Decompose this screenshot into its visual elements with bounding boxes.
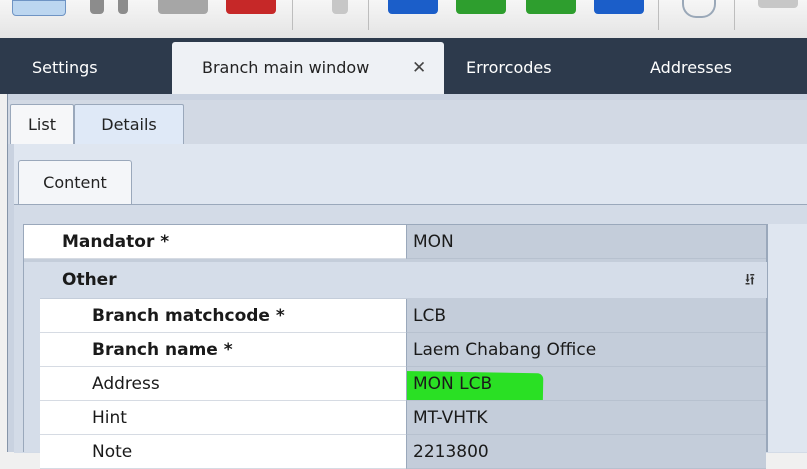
- property-grid-side: [767, 224, 807, 452]
- property-label: Address: [40, 367, 406, 401]
- tab-addresses[interactable]: Addresses: [650, 42, 732, 94]
- tab-settings[interactable]: Settings: [32, 42, 98, 94]
- tool-icon[interactable]: [158, 0, 208, 14]
- category-label: Other: [62, 270, 117, 290]
- tab-settings-label: Settings: [32, 58, 98, 77]
- close-icon[interactable]: ✕: [412, 42, 426, 94]
- toolbar-separator: [734, 0, 735, 30]
- action-icon[interactable]: [388, 0, 438, 14]
- tab-errorcodes[interactable]: Errorcodes: [466, 42, 552, 94]
- toolbar-separator: [368, 0, 369, 30]
- toolbar: [0, 0, 807, 39]
- toolbar-separator: [292, 0, 293, 30]
- stop-icon[interactable]: [226, 0, 276, 14]
- property-label: Mandator *: [24, 225, 406, 259]
- toolbar-separator: [658, 0, 659, 30]
- tab-branch-label: Branch main window: [202, 58, 370, 77]
- tab-details[interactable]: Details: [74, 104, 184, 144]
- action-icon[interactable]: [594, 0, 644, 14]
- tab-addresses-label: Addresses: [650, 58, 732, 77]
- tab-list-label: List: [28, 115, 56, 134]
- tab-content[interactable]: Content: [18, 160, 132, 204]
- page-icon[interactable]: [332, 0, 348, 14]
- mail-icon[interactable]: [682, 0, 716, 18]
- property-value[interactable]: MON LCB: [406, 367, 766, 401]
- tab-errorcodes-label: Errorcodes: [466, 58, 552, 77]
- property-value[interactable]: MON: [406, 225, 766, 259]
- tab-list[interactable]: List: [10, 104, 74, 144]
- tool-icon[interactable]: [118, 0, 128, 14]
- tool-icon[interactable]: [758, 0, 798, 8]
- property-label: Hint: [40, 401, 406, 435]
- category-other[interactable]: Other ⭿: [24, 262, 767, 298]
- property-label: Branch name *: [40, 333, 406, 367]
- property-label: Branch matchcode *: [40, 299, 406, 333]
- tool-icon[interactable]: [90, 0, 104, 14]
- property-value[interactable]: Laem Chabang Office: [406, 333, 766, 367]
- collapse-chevron-icon[interactable]: ⭿: [745, 262, 755, 298]
- property-value[interactable]: MT-VHTK: [406, 401, 766, 435]
- tab-branch-main-window[interactable]: Branch main window ✕: [172, 42, 444, 94]
- tab-content-label: Content: [43, 173, 107, 192]
- document-icon[interactable]: [12, 0, 66, 16]
- property-value[interactable]: LCB: [406, 299, 766, 333]
- property-value[interactable]: 2213800: [406, 435, 766, 469]
- category-gutter: [24, 298, 40, 452]
- tab-details-label: Details: [101, 115, 157, 134]
- action-icon[interactable]: [456, 0, 506, 14]
- property-label: Note: [40, 435, 406, 469]
- action-icon[interactable]: [526, 0, 576, 14]
